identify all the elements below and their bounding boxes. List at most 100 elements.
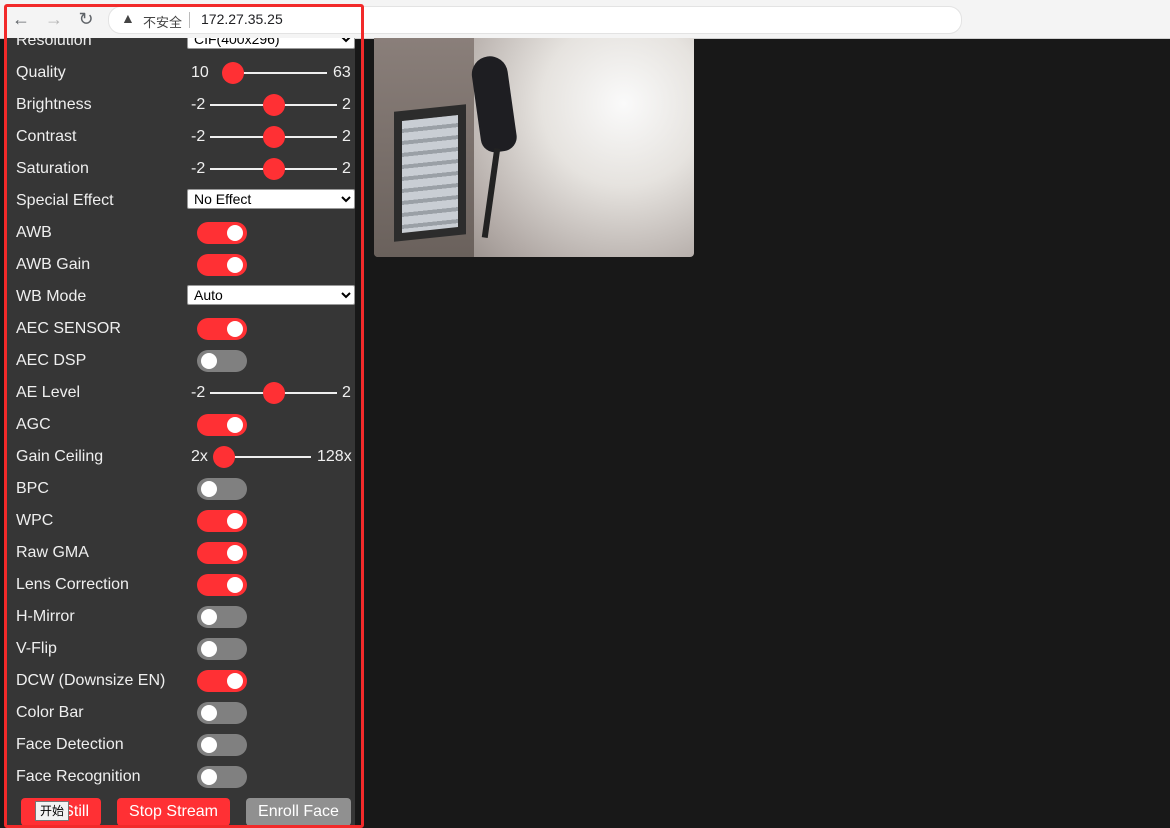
dcw-toggle[interactable] bbox=[197, 670, 247, 692]
toggle-row: AGC bbox=[7, 409, 355, 441]
slider-row: Quality 10 63 bbox=[7, 57, 355, 89]
gain-ceiling-slider-thumb[interactable] bbox=[212, 446, 235, 468]
browser-toolbar: ← → ↻ ▲ 不安全 172.27.35.25 bbox=[0, 0, 1170, 39]
saturation-label: Saturation bbox=[16, 160, 89, 177]
bpc-toggle[interactable] bbox=[197, 478, 247, 500]
toggle-row: Lens Correction bbox=[7, 569, 355, 601]
v-flip-label: V-Flip bbox=[16, 640, 57, 657]
brightness-min: -2 bbox=[191, 96, 206, 113]
saturation-min: -2 bbox=[191, 160, 206, 177]
enroll-face-button[interactable]: Enroll Face bbox=[246, 798, 351, 826]
awb-gain-toggle[interactable] bbox=[197, 254, 247, 276]
reload-icon[interactable]: ↻ bbox=[75, 8, 97, 30]
gain-ceiling-slider-track[interactable] bbox=[225, 456, 311, 458]
ae-level-slider-thumb[interactable] bbox=[262, 382, 285, 404]
insecure-label[interactable]: 不安全 bbox=[143, 12, 182, 31]
forward-arrow-icon[interactable]: → bbox=[43, 8, 65, 30]
toggle-knob bbox=[201, 769, 217, 785]
warning-triangle-icon[interactable]: ▲ bbox=[121, 10, 135, 26]
h-mirror-toggle[interactable] bbox=[197, 606, 247, 628]
awb-toggle[interactable] bbox=[197, 222, 247, 244]
saturation-max: 2 bbox=[342, 160, 351, 177]
contrast-max: 2 bbox=[342, 128, 351, 145]
contrast-label: Contrast bbox=[16, 128, 77, 145]
toggle-row: AEC SENSOR bbox=[7, 313, 355, 345]
ae-level-label: AE Level bbox=[16, 384, 81, 401]
aec-sensor-label: AEC SENSOR bbox=[16, 320, 121, 337]
awb-label: AWB bbox=[16, 224, 52, 241]
slider-row: Contrast -2 2 bbox=[7, 121, 355, 153]
special-effect-row: Special Effect No Effect bbox=[7, 185, 355, 217]
toggle-knob bbox=[227, 577, 243, 593]
special-effect-select[interactable]: No Effect bbox=[187, 189, 355, 209]
aec-sensor-toggle[interactable] bbox=[197, 318, 247, 340]
raw-gma-label: Raw GMA bbox=[16, 544, 89, 561]
gain-ceiling-min: 2x bbox=[191, 448, 208, 465]
camera-stream-image bbox=[374, 38, 694, 257]
bpc-label: BPC bbox=[16, 480, 49, 497]
toggle-row: AWB Gain bbox=[7, 249, 355, 281]
toggle-row: AEC DSP bbox=[7, 345, 355, 377]
face-detection-label: Face Detection bbox=[16, 736, 124, 753]
toggle-row: Face Detection bbox=[7, 729, 355, 761]
toggle-knob bbox=[227, 321, 243, 337]
contrast-slider-thumb[interactable] bbox=[262, 126, 285, 148]
address-separator bbox=[189, 12, 190, 28]
toggle-row: Face Recognition bbox=[7, 761, 355, 793]
resolution-row: Resolution CIF(400x296) bbox=[7, 38, 355, 57]
slider-row: Gain Ceiling 2x 128x bbox=[7, 441, 355, 473]
h-mirror-label: H-Mirror bbox=[16, 608, 75, 625]
wpc-toggle[interactable] bbox=[197, 510, 247, 532]
toggle-knob bbox=[227, 513, 243, 529]
color-bar-toggle[interactable] bbox=[197, 702, 247, 724]
quality-min: 10 bbox=[191, 64, 209, 81]
ae-level-max: 2 bbox=[342, 384, 351, 401]
quality-max: 63 bbox=[333, 64, 351, 81]
gain-ceiling-label: Gain Ceiling bbox=[16, 448, 104, 465]
quality-slider-thumb[interactable] bbox=[222, 62, 244, 84]
wb-mode-select[interactable]: Auto bbox=[187, 285, 355, 305]
toggle-knob bbox=[227, 545, 243, 561]
color-bar-label: Color Bar bbox=[16, 704, 84, 721]
resolution-label: Resolution bbox=[16, 38, 92, 49]
stop-stream-button[interactable]: Stop Stream bbox=[117, 798, 230, 826]
toggle-row: H-Mirror bbox=[7, 601, 355, 633]
toggle-row: DCW (Downsize EN) bbox=[7, 665, 355, 697]
raw-gma-toggle[interactable] bbox=[197, 542, 247, 564]
gain-ceiling-max: 128x bbox=[317, 448, 352, 465]
wpc-label: WPC bbox=[16, 512, 54, 529]
toggle-knob bbox=[201, 705, 217, 721]
lens-correction-label: Lens Correction bbox=[16, 576, 129, 593]
face-recognition-label: Face Recognition bbox=[16, 768, 141, 785]
toggle-row: V-Flip bbox=[7, 633, 355, 665]
agc-toggle[interactable] bbox=[197, 414, 247, 436]
toggle-knob bbox=[201, 609, 217, 625]
ae-level-min: -2 bbox=[191, 384, 206, 401]
aec-dsp-label: AEC DSP bbox=[16, 352, 87, 369]
settings-panel: Resolution CIF(400x296) Quality 10 63 Br… bbox=[7, 38, 355, 828]
lens-correction-toggle[interactable] bbox=[197, 574, 247, 596]
resolution-select[interactable]: CIF(400x296) bbox=[187, 38, 355, 49]
dcw-label: DCW (Downsize EN) bbox=[16, 672, 166, 689]
slider-row: Brightness -2 2 bbox=[7, 89, 355, 121]
face-recognition-toggle[interactable] bbox=[197, 766, 247, 788]
wb-mode-row: WB Mode Auto bbox=[7, 281, 355, 313]
face-detection-toggle[interactable] bbox=[197, 734, 247, 756]
url-text[interactable]: 172.27.35.25 bbox=[201, 11, 283, 27]
toggle-row: WPC bbox=[7, 505, 355, 537]
toggle-row: Color Bar bbox=[7, 697, 355, 729]
address-bar[interactable]: ▲ 不安全 172.27.35.25 bbox=[108, 6, 962, 34]
toggle-row: BPC bbox=[7, 473, 355, 505]
start-tooltip: 开始 bbox=[35, 801, 70, 821]
saturation-slider-thumb[interactable] bbox=[262, 158, 285, 180]
toggle-row: Raw GMA bbox=[7, 537, 355, 569]
agc-label: AGC bbox=[16, 416, 51, 433]
back-arrow-icon[interactable]: ← bbox=[10, 8, 32, 30]
brightness-slider-thumb[interactable] bbox=[262, 94, 285, 116]
wb-mode-label: WB Mode bbox=[16, 288, 87, 305]
toggle-knob bbox=[227, 417, 243, 433]
v-flip-toggle[interactable] bbox=[197, 638, 247, 660]
toggle-knob bbox=[201, 641, 217, 657]
aec-dsp-toggle[interactable] bbox=[197, 350, 247, 372]
toggle-knob bbox=[201, 481, 217, 497]
